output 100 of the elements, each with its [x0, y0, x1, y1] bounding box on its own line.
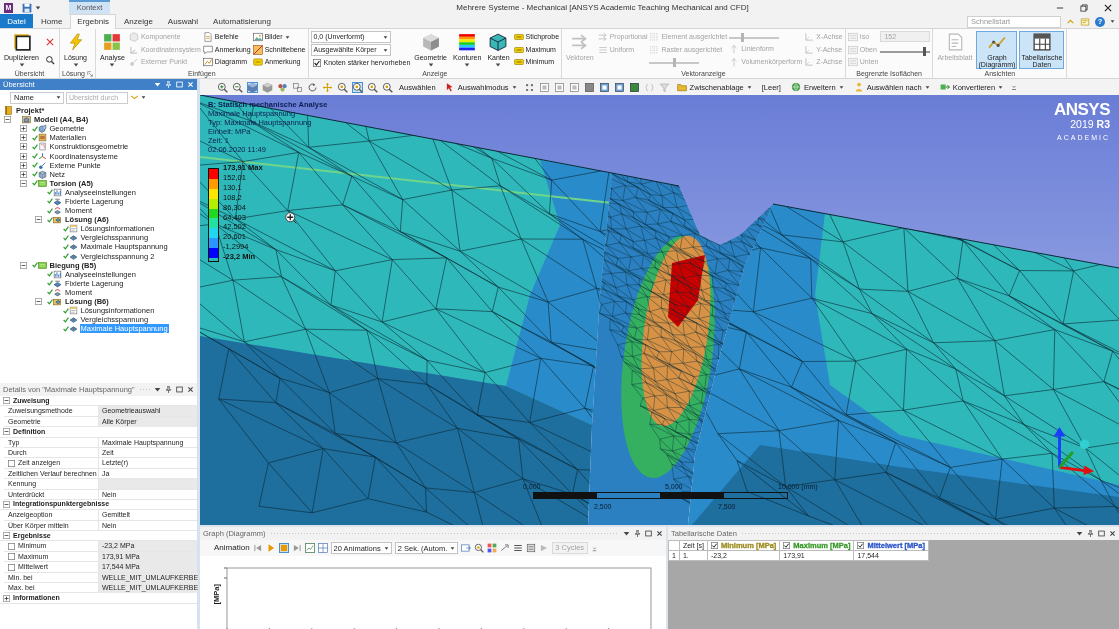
- square-icon[interactable]: [613, 81, 625, 93]
- list-icon[interactable]: [513, 543, 524, 553]
- spheres-icon[interactable]: [277, 81, 288, 93]
- restore-icon[interactable]: [1079, 2, 1089, 13]
- overflow-caret-icon[interactable]: [591, 544, 599, 552]
- plus-box-icon[interactable]: [19, 143, 27, 151]
- minus-box-icon[interactable]: [4, 116, 11, 124]
- person-icon: [853, 82, 864, 92]
- color-grid-icon[interactable]: [487, 543, 498, 553]
- isosurface-icon: [847, 32, 858, 43]
- axes-icon: [128, 44, 139, 55]
- launcher-icon[interactable]: [87, 71, 93, 77]
- maximize-icon[interactable]: [645, 530, 652, 537]
- ribbon-tab[interactable]: Home: [34, 14, 70, 28]
- rotate-icon[interactable]: [307, 81, 318, 93]
- ribbon-tab[interactable]: Automatisierung: [206, 14, 278, 28]
- logo-version: 2019 R3: [1070, 118, 1110, 130]
- square-icon[interactable]: [583, 81, 595, 93]
- minus-box-icon[interactable]: [19, 261, 27, 269]
- caret-icon[interactable]: [623, 530, 630, 537]
- support-block-icon: [53, 197, 62, 206]
- pin-icon[interactable]: [165, 386, 172, 393]
- plus-box-icon[interactable]: [19, 152, 27, 160]
- save-icon[interactable]: [22, 2, 32, 13]
- plus-box-icon[interactable]: [3, 594, 10, 602]
- cube-icon[interactable]: [247, 81, 258, 93]
- dots-icon[interactable]: [523, 81, 535, 93]
- minus-box-icon[interactable]: [3, 532, 10, 540]
- overlapping-squares-icon[interactable]: [292, 81, 303, 93]
- search-icon[interactable]: [45, 54, 56, 65]
- skip-forward-icon[interactable]: [291, 543, 302, 553]
- bar-chart-icon: [53, 269, 62, 279]
- close-icon[interactable]: [656, 530, 663, 537]
- maximize-icon[interactable]: [1098, 530, 1105, 537]
- close-icon[interactable]: [1103, 2, 1113, 13]
- minus-box-icon[interactable]: [3, 397, 10, 405]
- caret-icon[interactable]: [141, 95, 146, 100]
- ribbon-tab[interactable]: Anzeige: [116, 14, 160, 28]
- pin-icon[interactable]: [1087, 530, 1094, 537]
- minus-box-icon[interactable]: [19, 179, 27, 187]
- caret-icon: [382, 34, 388, 40]
- ribbon-tab[interactable]: Ergebnis: [70, 14, 116, 29]
- up-arrow-icon: [729, 56, 740, 67]
- stop-icon[interactable]: [278, 543, 289, 553]
- ribbon-tab[interactable]: Datei: [0, 14, 33, 28]
- close-icon[interactable]: [187, 386, 194, 393]
- document-icon: [202, 32, 213, 43]
- square-icon[interactable]: [628, 81, 640, 93]
- globe-icon: [790, 82, 801, 92]
- cube-icon[interactable]: [262, 81, 273, 93]
- cross-icon[interactable]: [45, 37, 56, 48]
- folder-icon: [676, 82, 687, 92]
- checkbox[interactable]: [8, 563, 15, 571]
- list-icon[interactable]: [526, 543, 537, 553]
- plus-box-icon[interactable]: [19, 170, 27, 178]
- speech-bubble-icon: [202, 44, 213, 55]
- caret-icon: [450, 545, 456, 551]
- zoom-in-icon[interactable]: [217, 81, 228, 93]
- caret-icon: [284, 34, 290, 40]
- plus-box-icon[interactable]: [19, 125, 27, 133]
- ribbon-tab[interactable]: Auswahl: [160, 14, 206, 28]
- minus-box-icon[interactable]: [3, 501, 10, 509]
- zoom-icon[interactable]: [382, 81, 393, 93]
- square-icon[interactable]: [598, 81, 610, 93]
- checkbox[interactable]: [312, 59, 321, 67]
- checkbox[interactable]: [8, 459, 15, 467]
- split-view-icon[interactable]: [317, 543, 328, 553]
- overflow-caret-icon[interactable]: [1010, 83, 1019, 91]
- pin-icon[interactable]: [634, 530, 641, 537]
- plus-box-icon[interactable]: [19, 134, 27, 142]
- checkbox[interactable]: [783, 542, 791, 549]
- skip-back-icon[interactable]: [252, 543, 263, 553]
- zoom-icon[interactable]: [474, 543, 485, 553]
- zoom-out-icon[interactable]: [232, 81, 243, 93]
- close-icon[interactable]: [1109, 530, 1116, 537]
- minus-box-icon[interactable]: [35, 216, 42, 224]
- plus-box-icon[interactable]: [19, 161, 27, 169]
- caret-icon[interactable]: [154, 81, 161, 88]
- checkbox[interactable]: [8, 553, 15, 561]
- zoom-icon[interactable]: [337, 81, 348, 93]
- block-icon: [37, 178, 47, 188]
- checkbox[interactable]: [710, 542, 718, 549]
- tag-icon: [513, 57, 524, 68]
- caret-icon[interactable]: [154, 386, 161, 393]
- caret-icon[interactable]: [35, 4, 41, 11]
- maximize-icon[interactable]: [176, 386, 183, 393]
- checkbox[interactable]: [8, 542, 15, 550]
- minus-box-icon[interactable]: [3, 428, 10, 436]
- zoom-icon[interactable]: [352, 81, 363, 93]
- export-icon[interactable]: [461, 543, 472, 553]
- chart-view-icon[interactable]: [304, 543, 315, 553]
- minus-box-icon[interactable]: [35, 298, 42, 305]
- dotted-grid-icon: [649, 32, 660, 43]
- checkbox[interactable]: [857, 542, 865, 549]
- caret-icon[interactable]: [1076, 530, 1083, 537]
- table-icon: [1032, 33, 1051, 51]
- zoom-icon[interactable]: [367, 81, 378, 93]
- slider-thumb[interactable]: [922, 47, 926, 56]
- caret-icon[interactable]: [1110, 19, 1115, 24]
- axis-icon: [804, 32, 815, 43]
